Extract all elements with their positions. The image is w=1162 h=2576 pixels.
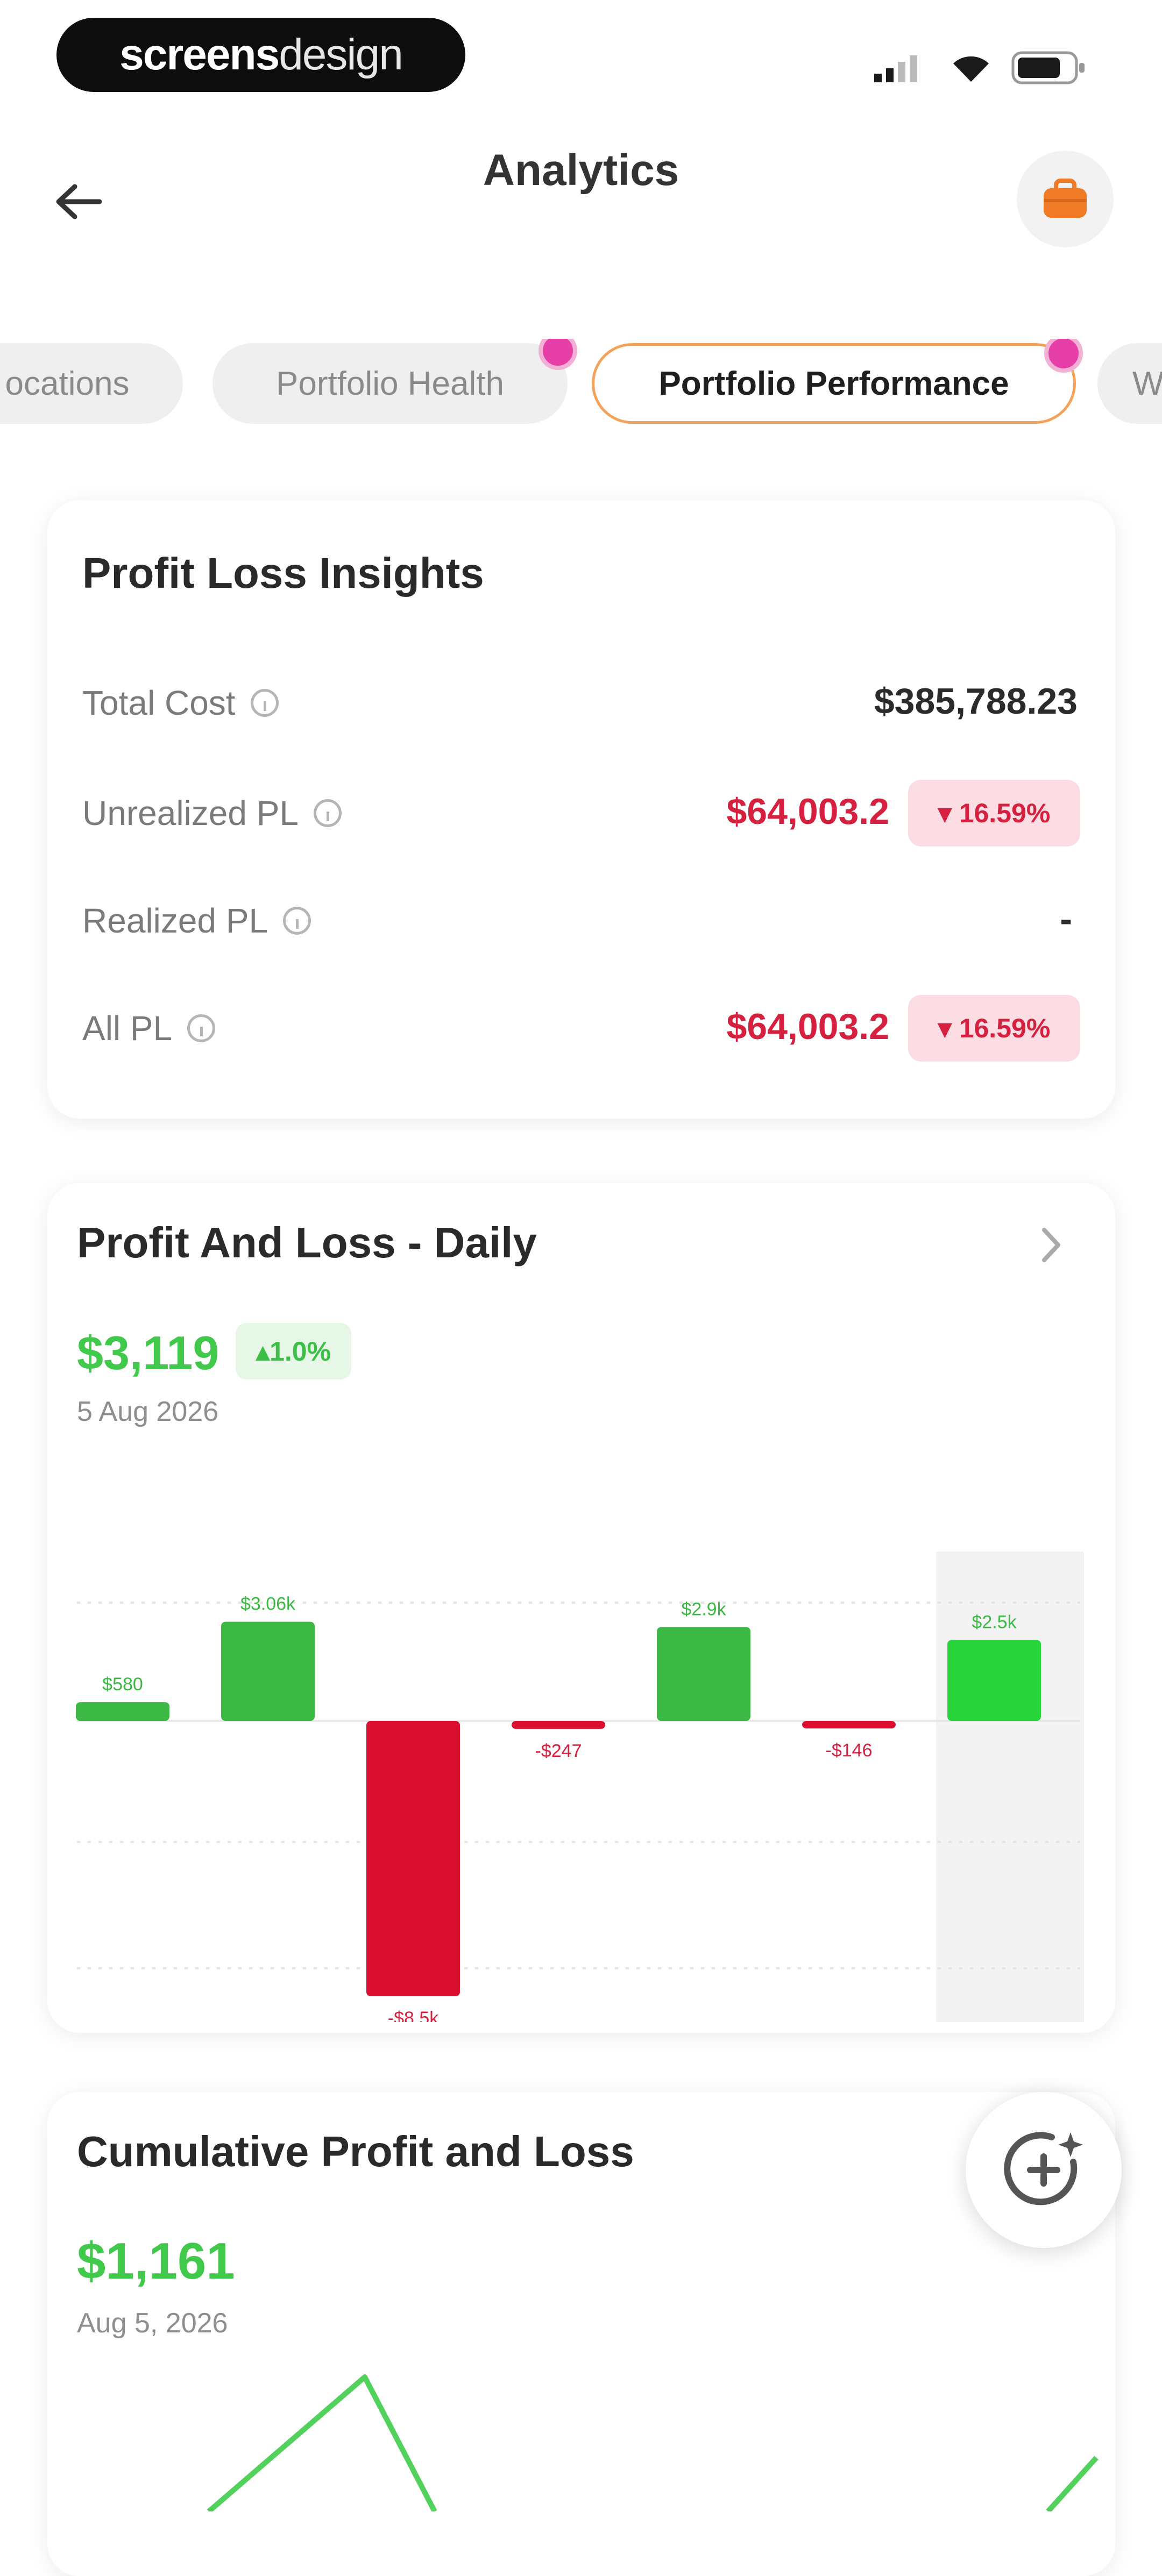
tab-portfolio-performance[interactable]: Portfolio Performance — [592, 339, 1083, 424]
tab-label: Portfolio Performance — [658, 365, 1009, 402]
cumulative-line-tail — [1046, 2456, 1099, 2511]
info-icon[interactable] — [283, 907, 311, 935]
tab-label: W — [1132, 365, 1162, 402]
briefcase-icon — [1044, 179, 1087, 218]
logo-light-text: design — [279, 30, 403, 79]
bar-value-label: $2.5k — [972, 1612, 1017, 1632]
card-title: Profit And Loss - Daily — [77, 1219, 537, 1266]
unrealized-pl-value: $64,003.2 — [726, 791, 889, 832]
page-title: Analytics — [483, 146, 679, 195]
portfolio-button[interactable] — [1017, 151, 1114, 247]
tab-allocations[interactable]: ocations — [0, 343, 183, 424]
bar-value-label: -$247 — [535, 1741, 582, 1761]
bar[interactable] — [947, 1640, 1041, 1721]
cumulative-date: Aug 5, 2026 — [77, 2308, 228, 2339]
cumulative-pl-card: Cumulative Profit and Loss $1,161 Aug 5,… — [47, 2092, 1115, 2576]
card-title: Profit Loss Insights — [82, 549, 484, 597]
daily-pl-value: $3,119 — [77, 1326, 219, 1379]
daily-date: 5 Aug 2026 — [77, 1396, 219, 1427]
daily-change-badge: ▴1.0% — [236, 1323, 351, 1379]
cellular-signal-icon — [874, 55, 917, 82]
bar-value-label: -$146 — [826, 1740, 873, 1761]
notification-dot — [539, 339, 577, 370]
daily-pl-bar-chart: $580Jul 30$3.06kJul 31-$8.5kAug 01-$247A… — [76, 1552, 1084, 2022]
all-pl-value: $64,003.2 — [726, 1006, 889, 1047]
bar[interactable] — [512, 1721, 605, 1729]
bar[interactable] — [221, 1621, 315, 1721]
bar-value-label: -$8.5k — [388, 2008, 439, 2022]
total-cost-label: Total Cost — [82, 683, 279, 723]
total-cost-value: $385,788.23 — [874, 681, 1078, 722]
all-pl-badge: ▾ 16.59% — [908, 995, 1080, 1062]
logo-bold-text: screens — [119, 30, 280, 79]
bar[interactable] — [76, 1702, 169, 1721]
sparkle-plus-icon — [1004, 2132, 1083, 2205]
tab-label: ocations — [5, 365, 130, 402]
notification-dot — [1044, 339, 1083, 373]
tab-label: Portfolio Health — [276, 365, 504, 402]
bar-value-label: $3.06k — [240, 1594, 296, 1614]
profit-loss-insights-card: Profit Loss Insights Total Cost $385,788… — [47, 500, 1115, 1119]
ai-assistant-button[interactable] — [966, 2092, 1122, 2248]
analytics-tabs: ocations Portfolio Health Portfolio Perf… — [0, 339, 1162, 430]
row-label-text: Realized PL — [82, 901, 268, 940]
info-icon[interactable] — [314, 799, 342, 827]
cumulative-pl-value: $1,161 — [77, 2232, 235, 2290]
wifi-icon — [953, 56, 989, 82]
screensdesign-logo: screens design — [56, 18, 465, 92]
info-icon[interactable] — [250, 689, 279, 717]
tab-portfolio-health[interactable]: Portfolio Health — [212, 339, 577, 424]
bar[interactable] — [802, 1721, 896, 1728]
bar-value-label: $2.9k — [681, 1599, 726, 1619]
bar[interactable] — [657, 1627, 750, 1721]
chevron-right-icon[interactable] — [1035, 1223, 1067, 1266]
row-label-text: Total Cost — [82, 684, 236, 722]
battery-icon — [1011, 51, 1085, 84]
unrealized-pl-badge: ▾ 16.59% — [908, 780, 1080, 846]
cumulative-line-chart — [207, 2374, 1099, 2511]
unrealized-pl-label: Unrealized PL — [82, 793, 342, 833]
realized-pl-label: Realized PL — [82, 901, 311, 941]
realized-pl-value: - — [1060, 899, 1072, 940]
cumulative-line — [207, 2374, 437, 2511]
row-label-text: All PL — [82, 1009, 173, 1048]
card-title: Cumulative Profit and Loss — [77, 2127, 634, 2175]
tab-more[interactable]: W — [1097, 343, 1162, 424]
all-pl-label: All PL — [82, 1008, 216, 1048]
info-icon[interactable] — [187, 1014, 216, 1042]
profit-loss-daily-card: Profit And Loss - Daily $3,119 ▴1.0% 5 A… — [47, 1183, 1115, 2033]
row-label-text: Unrealized PL — [82, 794, 299, 832]
bar[interactable] — [366, 1721, 460, 1996]
bar-value-label: $580 — [102, 1674, 143, 1695]
